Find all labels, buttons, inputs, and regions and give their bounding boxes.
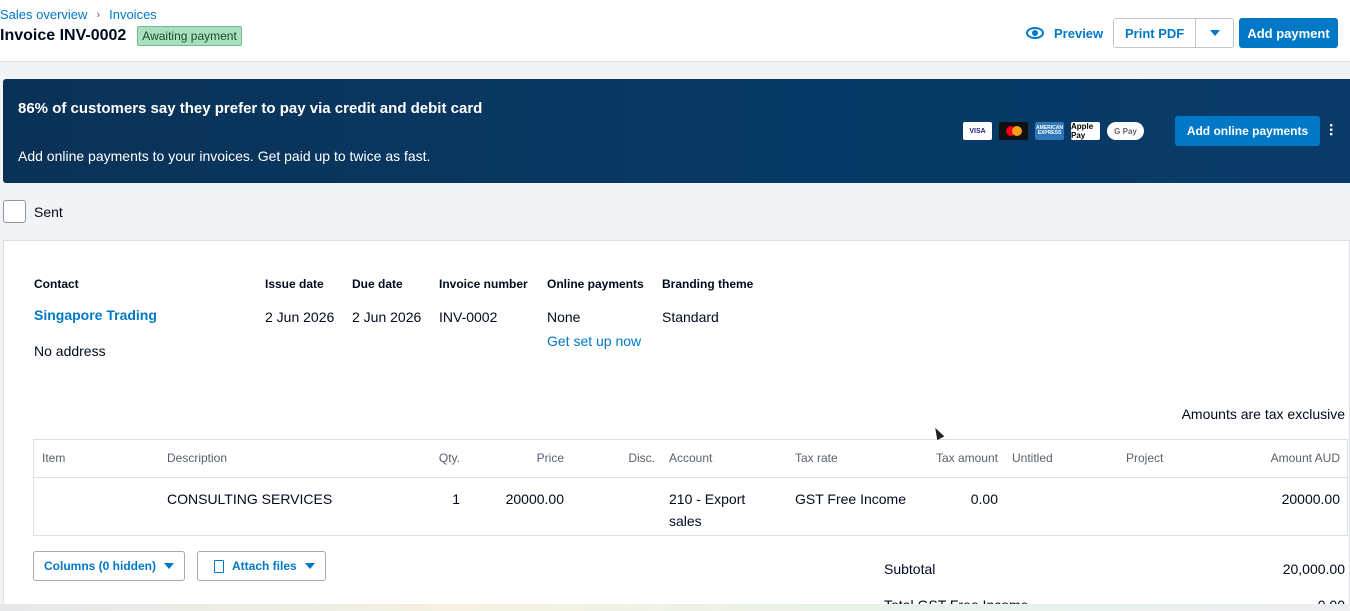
print-pdf-group: Print PDF bbox=[1113, 18, 1235, 48]
get-set-up-link[interactable]: Get set up now bbox=[547, 333, 641, 349]
tax-note: Amounts are tax exclusive bbox=[1181, 406, 1345, 422]
top-bar: Sales overview › Invoices Invoice INV-00… bbox=[0, 0, 1350, 62]
column-header-tax-rate: Tax rate bbox=[795, 451, 838, 465]
column-header-price: Price bbox=[536, 451, 564, 465]
row-tax-amount: 0.00 bbox=[970, 491, 998, 507]
online-payments-label: Online payments bbox=[547, 277, 644, 291]
attach-files-label: Attach files bbox=[232, 559, 297, 573]
status-badge: Awaiting payment bbox=[137, 26, 242, 46]
column-header-project: Project bbox=[1126, 451, 1164, 465]
file-icon bbox=[214, 559, 224, 573]
branding-theme-value: Standard bbox=[662, 309, 719, 325]
invoice-number: INV-0002 bbox=[439, 309, 498, 325]
column-header-amount: Amount AUD bbox=[1270, 451, 1340, 465]
row-account[interactable]: 210 - Export sales bbox=[669, 488, 745, 532]
row-tax-rate[interactable]: GST Free Income bbox=[795, 488, 906, 510]
invoice-panel: Contact Singapore Trading No address Iss… bbox=[3, 240, 1350, 611]
invoice-number-label: Invoice number bbox=[439, 277, 528, 291]
eye-icon bbox=[1026, 27, 1044, 39]
print-options-button[interactable] bbox=[1196, 18, 1235, 48]
due-date-label: Due date bbox=[352, 277, 403, 291]
breadcrumb: Sales overview › Invoices bbox=[0, 7, 157, 22]
subtotal-label: Subtotal bbox=[884, 561, 936, 577]
breadcrumb-invoices[interactable]: Invoices bbox=[109, 7, 157, 22]
chevron-down-icon bbox=[304, 563, 315, 569]
attach-files-button[interactable]: Attach files bbox=[197, 551, 326, 581]
online-payments-value: None bbox=[547, 309, 581, 325]
preview-label: Preview bbox=[1054, 25, 1104, 41]
title-row: Invoice INV-0002 Awaiting payment bbox=[0, 26, 242, 46]
chevron-down-icon bbox=[1209, 30, 1220, 36]
column-header-tax-amount: Tax amount bbox=[935, 451, 998, 465]
columns-label: Columns (0 hidden) bbox=[44, 559, 156, 573]
banner-subtitle: Add online payments to your invoices. Ge… bbox=[18, 148, 431, 164]
sent-checkbox[interactable] bbox=[3, 200, 26, 223]
mastercard-logo bbox=[999, 122, 1028, 140]
page-title: Invoice INV-0002 bbox=[0, 27, 127, 44]
issue-date: 2 Jun 2026 bbox=[265, 309, 335, 325]
issue-date-label: Issue date bbox=[265, 277, 324, 291]
row-price[interactable]: 20000.00 bbox=[464, 488, 564, 510]
due-date: 2 Jun 2026 bbox=[352, 309, 422, 325]
row-amount: 20000.00 bbox=[1281, 491, 1340, 507]
more-options-icon[interactable]: ... bbox=[1326, 123, 1343, 136]
header-divider bbox=[34, 477, 1347, 478]
banner-title: 86% of customers say they prefer to pay … bbox=[18, 100, 483, 117]
online-payments-banner: 86% of customers say they prefer to pay … bbox=[3, 79, 1350, 183]
line-items-table: Item Description Qty. Price Disc. Accoun… bbox=[33, 439, 1348, 536]
branding-theme-label: Branding theme bbox=[662, 277, 754, 291]
column-header-untitled: Untitled bbox=[1012, 451, 1053, 465]
add-online-payments-button[interactable]: Add online payments bbox=[1175, 116, 1320, 146]
column-header-disc: Disc. bbox=[628, 451, 655, 465]
visa-logo: VISA bbox=[963, 122, 992, 140]
amex-logo: AMERICAN EXPRESS bbox=[1035, 122, 1064, 140]
subtotal-value: 20,000.00 bbox=[1282, 561, 1345, 577]
row-qty[interactable]: 1 bbox=[414, 488, 460, 510]
apple-pay-logo: Apple Pay bbox=[1071, 122, 1100, 140]
breadcrumb-sales-overview[interactable]: Sales overview bbox=[0, 7, 87, 22]
row-account-line1: 210 - Export bbox=[669, 491, 746, 507]
print-pdf-button[interactable]: Print PDF bbox=[1113, 18, 1197, 48]
bottom-scroll-strip bbox=[0, 604, 1350, 611]
breadcrumb-separator: › bbox=[96, 8, 101, 21]
contact-address: No address bbox=[34, 343, 106, 359]
payment-card-logos: VISA AMERICAN EXPRESS Apple Pay G Pay bbox=[963, 122, 1144, 140]
columns-button[interactable]: Columns (0 hidden) bbox=[33, 551, 185, 581]
column-header-account: Account bbox=[669, 451, 713, 465]
column-header-item: Item bbox=[42, 451, 66, 465]
preview-button[interactable]: Preview bbox=[1026, 20, 1103, 46]
sent-label: Sent bbox=[34, 203, 63, 220]
row-description[interactable]: CONSULTING SERVICES bbox=[167, 488, 332, 510]
chevron-down-icon bbox=[164, 563, 174, 569]
column-header-qty: Qty. bbox=[438, 451, 460, 465]
row-account-line2: sales bbox=[669, 513, 702, 529]
add-payment-button[interactable]: Add payment bbox=[1239, 18, 1338, 48]
contact-label: Contact bbox=[34, 277, 79, 291]
column-header-description: Description bbox=[167, 451, 228, 465]
contact-name-link[interactable]: Singapore Trading bbox=[34, 307, 157, 323]
sent-row: Sent bbox=[3, 200, 63, 223]
google-pay-logo: G Pay bbox=[1107, 122, 1144, 140]
